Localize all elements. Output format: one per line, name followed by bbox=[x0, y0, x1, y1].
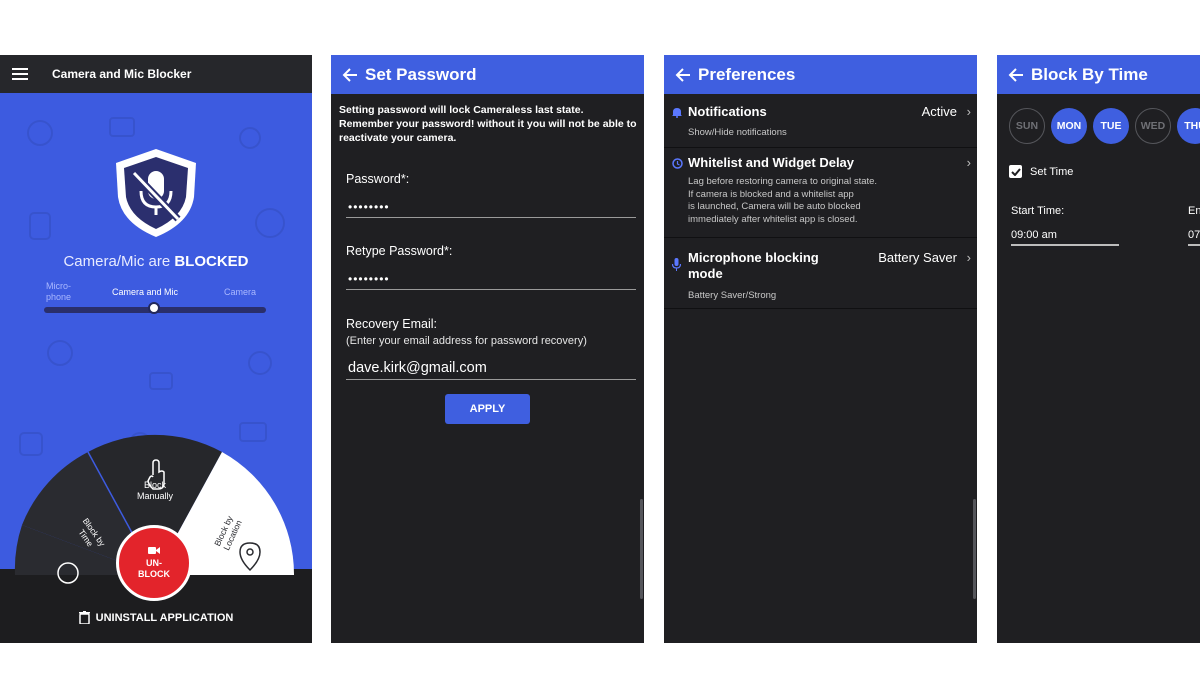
scrollbar[interactable] bbox=[973, 499, 976, 599]
password-underline bbox=[346, 217, 636, 218]
recovery-email-underline bbox=[346, 379, 636, 380]
menu-icon[interactable] bbox=[0, 55, 40, 93]
pref-desc: Lag before restoring camera to original … bbox=[688, 176, 878, 225]
start-time-field[interactable]: 09:00 am bbox=[1011, 229, 1057, 241]
app-bar: Block By Time bbox=[997, 55, 1200, 94]
pref-item-microphone-mode[interactable]: Microphone blocking mode Battery Saver/S… bbox=[664, 245, 977, 309]
pref-item-whitelist[interactable]: Whitelist and Widget Delay Lag before re… bbox=[664, 150, 977, 238]
clock-icon bbox=[672, 158, 683, 169]
start-time-label: Start Time: bbox=[1011, 205, 1065, 217]
app-bar: Preferences bbox=[664, 55, 977, 94]
uninstall-label: UNINSTALL APPLICATION bbox=[95, 611, 234, 624]
start-time-underline bbox=[1011, 244, 1119, 246]
day-sun[interactable]: SUN bbox=[1009, 108, 1045, 144]
page-title: Set Password bbox=[365, 64, 477, 84]
day-wed[interactable]: WED bbox=[1135, 108, 1171, 144]
retype-password-label: Retype Password*: bbox=[346, 244, 453, 258]
day-tue[interactable]: TUE bbox=[1093, 108, 1129, 144]
unblock-button[interactable]: UN- BLOCK bbox=[116, 525, 192, 601]
set-time-checkbox[interactable] bbox=[1009, 165, 1022, 178]
camera-mic-blocker-screen: Camera/Mic are BLOCKED Micro- phone Came… bbox=[0, 55, 312, 643]
password-label: Password*: bbox=[346, 172, 410, 186]
end-time-field[interactable]: 07 bbox=[1188, 229, 1200, 241]
pref-title: Notifications bbox=[688, 104, 767, 119]
pref-value: Battery Saver bbox=[878, 250, 957, 265]
pref-title: Whitelist and Widget Delay bbox=[688, 155, 855, 170]
chevron-right-icon: › bbox=[966, 104, 971, 119]
password-field[interactable]: •••••••• bbox=[348, 200, 390, 214]
chevron-right-icon: › bbox=[966, 250, 971, 265]
mode-microphone[interactable]: Micro- phone bbox=[46, 281, 86, 303]
top-bar: Camera and Mic Blocker bbox=[0, 55, 312, 93]
set-password-screen: Set Password Setting password will lock … bbox=[331, 55, 644, 643]
back-arrow-icon[interactable] bbox=[335, 55, 365, 94]
pref-desc: Show/Hide notifications bbox=[688, 127, 787, 138]
app-bar: Set Password bbox=[331, 55, 644, 94]
mode-camera-and-mic[interactable]: Camera and Mic bbox=[112, 287, 178, 297]
day-thu[interactable]: THU bbox=[1177, 108, 1200, 144]
app-title: Camera and Mic Blocker bbox=[52, 67, 192, 81]
scrollbar[interactable] bbox=[640, 499, 643, 599]
chevron-right-icon: › bbox=[966, 155, 971, 170]
back-arrow-icon[interactable] bbox=[1001, 55, 1031, 94]
trash-icon bbox=[78, 611, 90, 624]
camera-icon bbox=[148, 547, 160, 554]
pref-desc: Battery Saver/Strong bbox=[688, 290, 777, 301]
pref-value: Active bbox=[921, 104, 957, 119]
label-block-manually: Block Manually bbox=[136, 480, 174, 501]
recovery-email-field[interactable]: dave.kirk@gmail.com bbox=[348, 360, 487, 376]
unblock-label: UN- BLOCK bbox=[138, 558, 170, 579]
block-by-time-screen: Block By Time SUN MON TUE WED THU Set Ti… bbox=[997, 55, 1200, 643]
set-time-label: Set Time bbox=[1030, 165, 1074, 178]
retype-password-field[interactable]: •••••••• bbox=[348, 272, 390, 286]
pref-item-notifications[interactable]: Notifications Show/Hide notifications Ac… bbox=[664, 99, 977, 148]
retype-password-underline bbox=[346, 289, 636, 290]
set-time-row[interactable]: Set Time bbox=[1009, 165, 1073, 178]
mode-slider-thumb[interactable] bbox=[148, 302, 160, 314]
back-arrow-icon[interactable] bbox=[668, 55, 698, 94]
check-icon bbox=[1010, 167, 1021, 176]
mic-icon bbox=[672, 258, 681, 271]
page-title: Block By Time bbox=[1031, 64, 1148, 84]
end-time-underline bbox=[1188, 244, 1200, 246]
page-title: Preferences bbox=[698, 64, 796, 84]
mode-camera[interactable]: Camera bbox=[224, 287, 256, 297]
intro-text: Setting password will lock Cameraless la… bbox=[339, 104, 637, 144]
mode-slider[interactable] bbox=[44, 302, 266, 314]
recovery-email-label: Recovery Email: bbox=[346, 317, 437, 331]
day-mon[interactable]: MON bbox=[1051, 108, 1087, 144]
uninstall-button[interactable]: UNINSTALL APPLICATION bbox=[0, 611, 312, 624]
day-selector: SUN MON TUE WED THU bbox=[1009, 108, 1200, 144]
preferences-screen: Preferences Notifications Show/Hide noti… bbox=[664, 55, 977, 643]
pref-title: Microphone blocking mode bbox=[688, 250, 819, 281]
bell-icon bbox=[672, 108, 682, 118]
apply-button[interactable]: APPLY bbox=[445, 394, 530, 424]
recovery-email-hint: (Enter your email address for password r… bbox=[346, 335, 587, 347]
block-status: Camera/Mic are BLOCKED bbox=[63, 253, 249, 270]
end-time-label: En bbox=[1188, 205, 1200, 217]
shield-mic-blocked-icon bbox=[116, 149, 196, 237]
